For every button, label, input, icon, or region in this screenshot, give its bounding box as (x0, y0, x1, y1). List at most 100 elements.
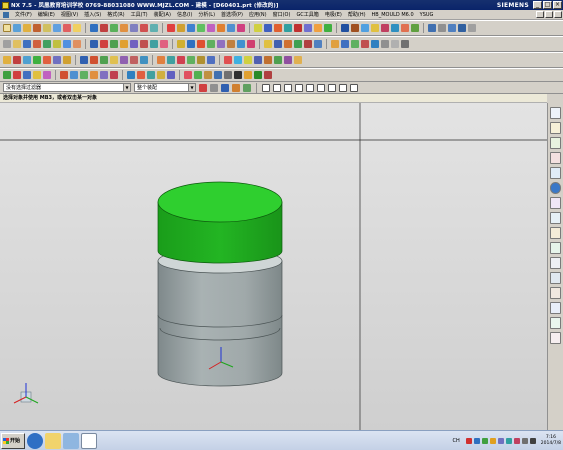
polygon-icon[interactable] (110, 40, 118, 48)
menu-electrode[interactable]: 电极(E) (322, 11, 345, 18)
capture-icon[interactable] (244, 71, 252, 79)
manufacturing-wizards-icon[interactable] (550, 242, 561, 254)
extract-icon[interactable] (274, 24, 282, 32)
project-curve-icon[interactable] (160, 40, 168, 48)
follow-icon[interactable] (221, 83, 229, 92)
curve-icon[interactable] (90, 40, 98, 48)
green-cylinder-top[interactable] (157, 181, 283, 264)
ejector-icon[interactable] (63, 56, 71, 64)
block-icon[interactable] (90, 24, 98, 32)
rotate-icon[interactable] (468, 24, 476, 32)
arc-icon[interactable] (401, 24, 409, 32)
electrode-library-icon[interactable] (550, 317, 561, 329)
update-icon[interactable] (481, 438, 488, 444)
render-icon[interactable] (184, 71, 192, 79)
replace-face-icon[interactable] (304, 24, 312, 32)
hd3d-tools-icon[interactable] (550, 167, 561, 179)
part-navigator-icon[interactable] (294, 56, 302, 64)
menu-preferences[interactable]: 首选项(P) (218, 11, 246, 18)
history-icon[interactable] (550, 197, 561, 209)
filter-body-icon[interactable] (70, 71, 78, 79)
ellipse-icon[interactable] (120, 40, 128, 48)
gate-icon[interactable] (90, 56, 98, 64)
menu-assembly[interactable]: 装配(A) (151, 11, 174, 18)
divide-curve-icon[interactable] (237, 40, 245, 48)
extrude-icon[interactable] (23, 24, 31, 32)
offset-face-icon[interactable] (217, 24, 225, 32)
check-geometry-icon[interactable] (294, 40, 302, 48)
expression-icon[interactable] (284, 56, 292, 64)
part-navigator-icon[interactable] (550, 137, 561, 149)
color-icon[interactable] (224, 56, 232, 64)
menu-format[interactable]: 格式(R) (104, 11, 127, 18)
snap-endpoint-icon[interactable] (3, 71, 11, 79)
menu-help[interactable]: 帮助(H) (345, 11, 369, 18)
new-icon[interactable] (3, 24, 11, 32)
runner-icon[interactable] (100, 56, 108, 64)
helix-icon[interactable] (130, 40, 138, 48)
bluetooth-icon[interactable] (497, 438, 504, 444)
fit-icon[interactable] (448, 24, 456, 32)
cooling-icon[interactable] (80, 56, 88, 64)
camera-icon[interactable] (234, 71, 242, 79)
datum-csys-icon[interactable] (371, 24, 379, 32)
electrode-icon[interactable] (13, 56, 21, 64)
menu-edit[interactable]: 编辑(E) (35, 11, 58, 18)
menu-tools[interactable]: 工具(T) (128, 11, 151, 18)
web-icon[interactable] (254, 71, 262, 79)
close-button[interactable]: × (553, 1, 562, 9)
pad-icon[interactable] (73, 24, 81, 32)
revolve-icon[interactable] (33, 24, 41, 32)
model-scene[interactable] (0, 103, 547, 430)
snap-arc-center-icon[interactable] (317, 83, 325, 92)
filter-point-icon[interactable] (110, 71, 118, 79)
snap-center-icon[interactable] (23, 71, 31, 79)
simulate-icon[interactable] (197, 56, 205, 64)
datum-plane-icon[interactable] (351, 24, 359, 32)
select-all-icon[interactable] (127, 71, 135, 79)
measure-angle-icon[interactable] (274, 40, 282, 48)
cut-icon[interactable] (53, 40, 61, 48)
palettes-icon[interactable] (550, 287, 561, 299)
text-icon[interactable] (140, 40, 148, 48)
join-curve-icon[interactable] (187, 40, 195, 48)
shell-icon[interactable] (197, 24, 205, 32)
edge-blend-icon[interactable] (167, 24, 175, 32)
snap-quadrant-icon[interactable] (33, 71, 41, 79)
mirror-icon[interactable] (254, 24, 262, 32)
menu-insert[interactable]: 插入(S) (81, 11, 104, 18)
clock[interactable]: 7:16 2014/7/8 (541, 435, 561, 447)
sphere-icon[interactable] (120, 24, 128, 32)
curvature-icon[interactable] (314, 40, 322, 48)
top-view-icon[interactable] (331, 40, 339, 48)
filter-edge-icon[interactable] (90, 71, 98, 79)
doc-close-button[interactable] (554, 11, 562, 18)
ime-indicator[interactable]: CH (453, 438, 460, 444)
doc-minimize-button[interactable] (536, 11, 544, 18)
lasso-icon[interactable] (167, 71, 175, 79)
front-view-icon[interactable] (341, 40, 349, 48)
toolpath-icon[interactable] (187, 56, 195, 64)
chevron-down-icon[interactable]: ▼ (188, 84, 195, 91)
shaded-icon[interactable] (428, 24, 436, 32)
line-icon[interactable] (391, 24, 399, 32)
move-object-icon[interactable] (274, 56, 282, 64)
curve-length-icon[interactable] (247, 40, 255, 48)
post-process-icon[interactable] (207, 56, 215, 64)
input-method-icon[interactable] (489, 438, 496, 444)
pattern-icon[interactable] (264, 24, 272, 32)
minimize-button[interactable]: _ (533, 1, 542, 9)
snap-intersect-point-icon[interactable] (306, 83, 314, 92)
menu-window[interactable]: 窗口(O) (270, 11, 294, 18)
boss-icon[interactable] (53, 24, 61, 32)
unite-icon[interactable] (130, 24, 138, 32)
intersection-curve-icon[interactable] (197, 40, 205, 48)
filter-curve-icon[interactable] (100, 71, 108, 79)
macro-icon[interactable] (264, 71, 272, 79)
graphics-window[interactable] (0, 103, 547, 430)
maximize-button[interactable]: □ (543, 1, 552, 9)
chat-icon[interactable] (505, 438, 512, 444)
browser-task-icon[interactable] (27, 432, 43, 449)
sketch-icon[interactable] (13, 24, 21, 32)
volume-icon[interactable] (529, 438, 536, 444)
